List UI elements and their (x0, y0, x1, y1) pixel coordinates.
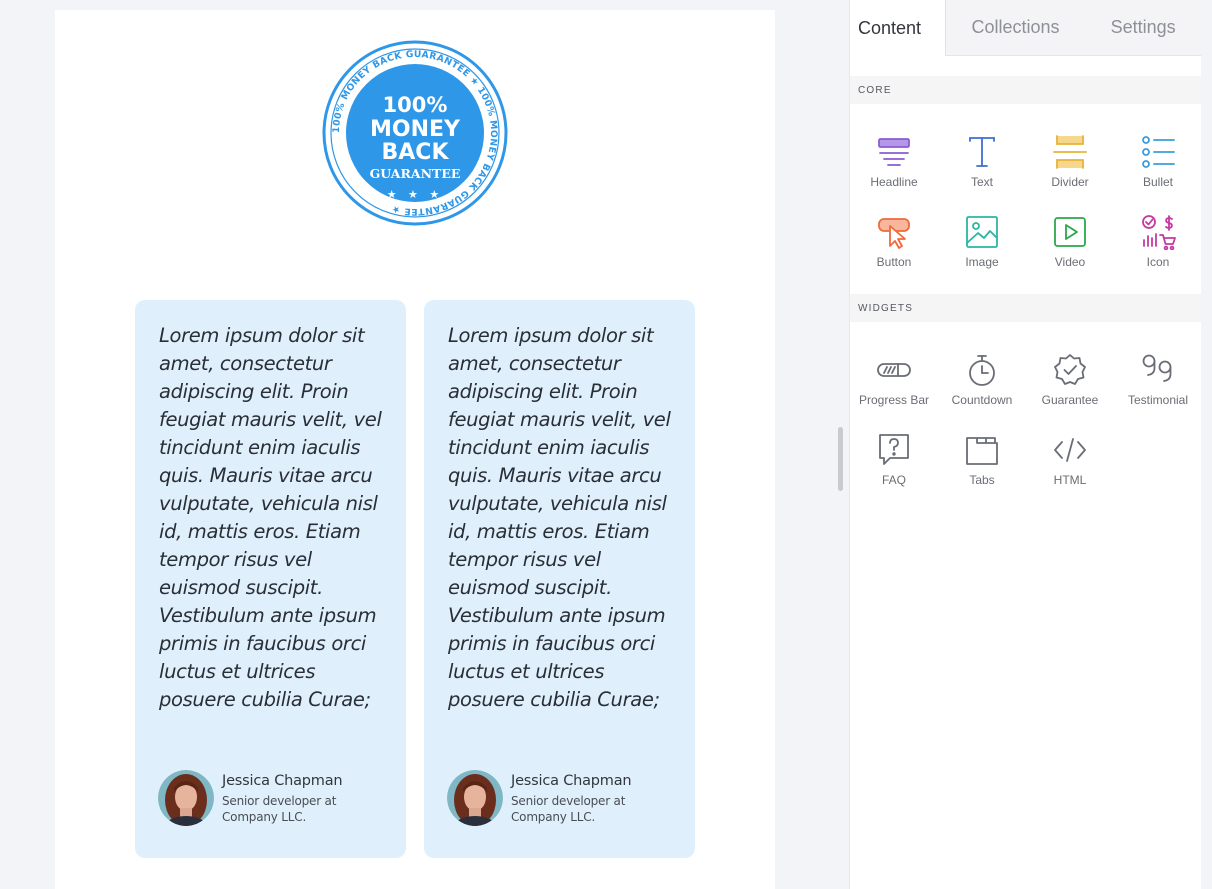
bullet-icon (1142, 136, 1175, 168)
widget-html[interactable]: HTML (1026, 432, 1114, 512)
headline-icon (878, 138, 910, 166)
section-label-core: CORE (850, 76, 1201, 104)
testimonial-author: Jessica Chapman Senior developer at Comp… (158, 770, 352, 826)
element-label: Image (965, 255, 999, 269)
code-icon (1054, 438, 1086, 462)
tab-content[interactable]: Content (850, 0, 945, 56)
badge-line-2: MONEY (370, 117, 461, 142)
divider-icon (1053, 135, 1087, 169)
element-label: Bullet (1142, 175, 1174, 189)
widget-testimonial[interactable]: Testimonial (1114, 352, 1202, 432)
testimonial-quote: Lorem ipsum dolor sit amet, consectetur … (448, 324, 671, 711)
testimonial-author: Jessica Chapman Senior developer at Comp… (447, 770, 641, 826)
widget-label: Guarantee (1041, 393, 1099, 407)
author-role: Senior developer at Company LLC. (222, 794, 337, 824)
avatar (158, 770, 214, 826)
widget-label: HTML (1053, 473, 1087, 487)
element-label: Button (876, 255, 912, 269)
button-icon (878, 218, 910, 249)
widget-label: Tabs (969, 473, 995, 487)
testimonial-card[interactable]: Lorem ipsum dolor sit amet, consectetur … (424, 300, 695, 858)
guarantee-seal-icon (1054, 354, 1086, 385)
widget-tabs[interactable]: Tabs (938, 432, 1026, 512)
element-label: Divider (1051, 175, 1089, 189)
core-elements-grid: Headline Text Divider Bullet Button Imag… (850, 104, 1201, 294)
widget-label: FAQ (881, 473, 906, 487)
panel-tabs: Content Collections Settings (850, 0, 1201, 56)
widget-label: Countdown (951, 393, 1013, 407)
element-label: Headline (870, 175, 918, 189)
tabs-icon (966, 437, 998, 465)
element-video[interactable]: Video (1026, 214, 1114, 294)
widget-guarantee[interactable]: Guarantee (1026, 352, 1114, 432)
page-canvas: 100% MONEY BACK GUARANTEE ★ 100% MONEY B… (55, 10, 775, 889)
progress-bar-icon (877, 363, 911, 377)
section-label-widgets: WIDGETS (850, 294, 1201, 322)
element-icon[interactable]: Icon (1114, 214, 1202, 294)
author-name: Jessica Chapman (222, 773, 343, 789)
element-divider[interactable]: Divider (1026, 134, 1114, 214)
tab-collections[interactable]: Collections (944, 0, 1086, 56)
widget-faq[interactable]: FAQ (850, 432, 938, 512)
panel-resize-handle[interactable] (838, 427, 843, 491)
element-label: Video (1054, 255, 1086, 269)
widget-elements-grid: Progress Bar Countdown Guarantee Testimo… (850, 322, 1201, 512)
badge-line-3: BACK (382, 140, 450, 165)
author-name: Jessica Chapman (511, 773, 632, 789)
testimonial-card[interactable]: Lorem ipsum dolor sit amet, consectetur … (135, 300, 406, 858)
quote-icon (1142, 354, 1172, 382)
text-icon (969, 137, 995, 167)
avatar (447, 770, 503, 826)
tab-settings[interactable]: Settings (1085, 0, 1201, 56)
guarantee-badge[interactable]: 100% MONEY BACK GUARANTEE ★ 100% MONEY B… (322, 40, 508, 226)
badge-line-4: GUARANTEE (370, 166, 461, 181)
author-role: Senior developer at Company LLC. (511, 794, 626, 824)
testimonial-quote: Lorem ipsum dolor sit amet, consectetur … (159, 324, 382, 711)
widget-label: Testimonial (1127, 393, 1189, 407)
element-button[interactable]: Button (850, 214, 938, 294)
element-headline[interactable]: Headline (850, 134, 938, 214)
element-bullet[interactable]: Bullet (1114, 134, 1202, 214)
badge-line-1: 100% (383, 93, 448, 117)
stopwatch-icon (969, 355, 995, 386)
icon-icon (1142, 215, 1176, 250)
element-panel: Content Collections Settings CORE Headli… (849, 0, 1201, 889)
widget-progress-bar[interactable]: Progress Bar (850, 352, 938, 432)
badge-stars: ★ ★ ★ (387, 188, 444, 201)
widget-countdown[interactable]: Countdown (938, 352, 1026, 432)
video-icon (1054, 217, 1086, 247)
element-text[interactable]: Text (938, 134, 1026, 214)
element-label: Text (970, 175, 993, 189)
widget-label: Progress Bar (858, 393, 930, 407)
image-icon (966, 216, 998, 248)
element-image[interactable]: Image (938, 214, 1026, 294)
element-label: Icon (1146, 255, 1170, 269)
faq-icon (879, 434, 909, 465)
